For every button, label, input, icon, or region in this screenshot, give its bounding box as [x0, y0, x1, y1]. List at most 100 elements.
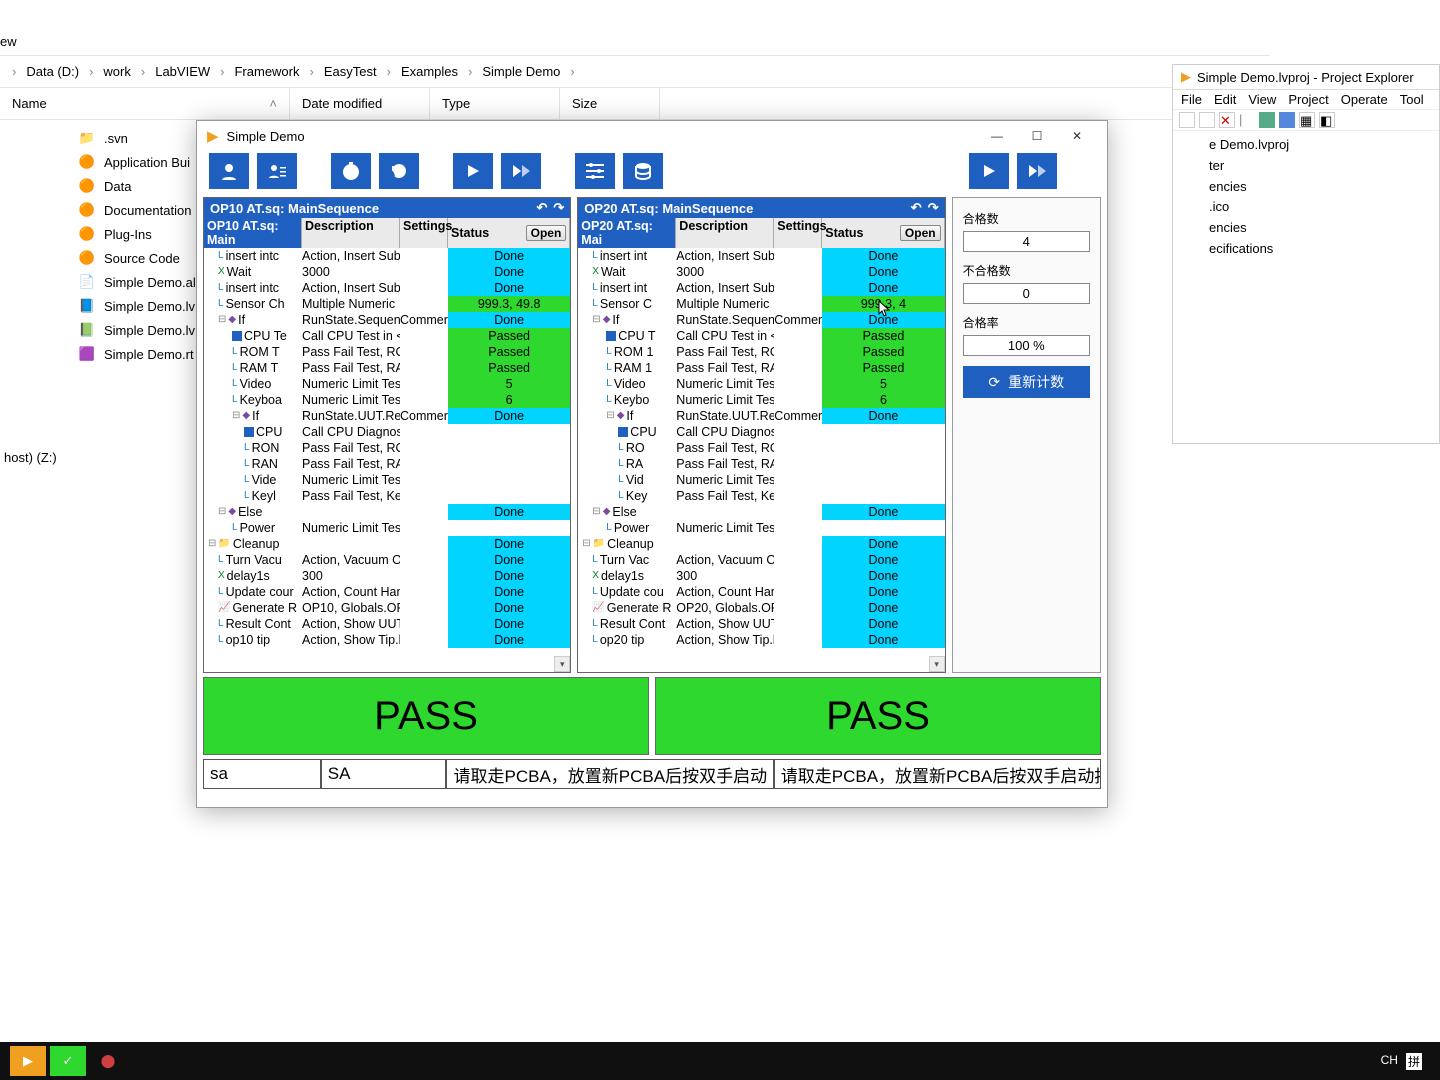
col-settings[interactable]: Settings [400, 218, 448, 248]
taskbar[interactable]: ▶ ✓ ⬤ CH 拼 [0, 1042, 1440, 1080]
redo-icon[interactable]: ↷ [553, 200, 564, 216]
step-row[interactable]: LResult Cont Action, Show UUT Done [204, 616, 570, 632]
step-row[interactable]: CPU T Call CPU Test in < Passed [578, 328, 944, 344]
step-row[interactable]: Linsert intc Action, Insert Subp Done [204, 248, 570, 264]
reset-count-button[interactable]: ⟳ 重新计数 [963, 366, 1090, 398]
database-button[interactable] [623, 153, 663, 189]
ime-mode[interactable]: 拼 [1406, 1053, 1422, 1070]
col-description[interactable]: Description [302, 218, 400, 248]
refresh-button[interactable] [379, 153, 419, 189]
step-row[interactable]: LSensor C Multiple Numeric 999.3, 4 [578, 296, 944, 312]
step-row[interactable]: Lop20 tip Action, Show Tip.l Done [578, 632, 944, 648]
minimize-button[interactable]: — [977, 124, 1017, 148]
step-row[interactable]: Linsert intc Action, Insert Subp Done [204, 280, 570, 296]
step-row[interactable]: Lop10 tip Action, Show Tip.l Done [204, 632, 570, 648]
breadcrumb-item[interactable]: EasyTest [322, 62, 379, 81]
col-sequence-name[interactable]: OP10 AT.sq: Main [204, 218, 302, 248]
project-toolbar[interactable]: ✕ | ▦◧ [1173, 109, 1439, 131]
ime-lang[interactable]: CH [1381, 1053, 1398, 1070]
taskbar-app-record[interactable]: ⬤ [90, 1046, 126, 1076]
tree-item[interactable]: ecifications [1209, 239, 1439, 260]
tree-item[interactable]: .ico [1209, 197, 1439, 218]
scroll-down-icon[interactable]: ▾ [554, 656, 570, 672]
step-row[interactable]: ⊟◆If RunState.Sequenc Commer Done [578, 312, 944, 328]
sequence-body[interactable]: Linsert intc Action, Insert Subp Done XW… [204, 248, 570, 672]
breadcrumb-item[interactable]: Simple Demo [480, 62, 562, 81]
col-size[interactable]: Size [560, 88, 660, 119]
col-date[interactable]: Date modified [290, 88, 430, 119]
tree-toggle-icon[interactable]: ⊟ [606, 408, 614, 424]
col-status[interactable]: StatusOpen [448, 218, 570, 248]
step-row[interactable]: ⊟◆If RunState.UUT.Res Commer Done [578, 408, 944, 424]
step-row[interactable]: LPower Numeric Limit Tes [578, 520, 944, 536]
tree-item[interactable]: e Demo.lvproj [1209, 135, 1439, 156]
redo-icon[interactable]: ↷ [928, 200, 939, 216]
taskbar-app-labview[interactable]: ▶ [10, 1046, 46, 1076]
breadcrumb-item[interactable]: LabVIEW [153, 62, 212, 81]
maximize-button[interactable]: ☐ [1017, 124, 1057, 148]
breadcrumb-item[interactable]: work [101, 62, 132, 81]
play-button-2[interactable] [969, 153, 1009, 189]
step-row[interactable]: LKeyboa Numeric Limit Tes 6 [204, 392, 570, 408]
open-button[interactable]: Open [900, 225, 941, 241]
step-row[interactable]: LVide Numeric Limit Tes [204, 472, 570, 488]
step-row[interactable]: LVideo Numeric Limit Tes 5 [204, 376, 570, 392]
user-list-button[interactable] [257, 153, 297, 189]
step-row[interactable]: ⊟📁Cleanup Done [578, 536, 944, 552]
breadcrumb[interactable]: ›Data (D:)›work›LabVIEW›Framework›EasyTe… [0, 55, 1270, 88]
step-row[interactable]: Linsert int Action, Insert Sub Done [578, 248, 944, 264]
step-row[interactable]: LRO Pass Fail Test, RO [578, 440, 944, 456]
step-row[interactable]: ⊟◆Else Done [578, 504, 944, 520]
step-row[interactable]: Xdelay1s 300 Done [578, 568, 944, 584]
tree-toggle-icon[interactable]: ⊟ [592, 312, 600, 328]
undo-icon[interactable]: ↶ [911, 200, 922, 216]
open-button[interactable]: Open [526, 225, 567, 241]
col-name[interactable]: Name [12, 96, 47, 111]
sequence-body[interactable]: Linsert int Action, Insert Sub Done XWai… [578, 248, 944, 672]
step-row[interactable]: LVid Numeric Limit Tes [578, 472, 944, 488]
step-row[interactable]: CPU Call CPU Diagnos [204, 424, 570, 440]
play-all-button-2[interactable] [1017, 153, 1057, 189]
explorer-tab[interactable]: ew [0, 30, 1270, 55]
step-row[interactable]: LResult Cont Action, Show UUT Done [578, 616, 944, 632]
step-row[interactable]: LUpdate cour Action, Count Han Done [204, 584, 570, 600]
step-row[interactable]: LPower Numeric Limit Tes [204, 520, 570, 536]
menu-edit[interactable]: Edit [1214, 92, 1236, 107]
step-row[interactable]: Linsert int Action, Insert Sub Done [578, 280, 944, 296]
step-row[interactable]: LRAM 1 Pass Fail Test, RA Passed [578, 360, 944, 376]
bottom-input-1[interactable]: sa [203, 759, 321, 789]
taskbar-app-check[interactable]: ✓ [50, 1046, 86, 1076]
tree-item[interactable]: encies [1209, 177, 1439, 198]
step-row[interactable]: LROM 1 Pass Fail Test, RO Passed [578, 344, 944, 360]
step-row[interactable]: 📈Generate R OP10, Globals.OP Done [204, 600, 570, 616]
tree-toggle-icon[interactable]: ⊟ [232, 408, 240, 424]
step-row[interactable]: CPU Te Call CPU Test in < Passed [204, 328, 570, 344]
host-drive[interactable]: host) (Z:) [0, 450, 57, 465]
step-row[interactable]: LKey Pass Fail Test, Key [578, 488, 944, 504]
step-row[interactable]: LSensor Ch Multiple Numeric 999.3, 49.8 [204, 296, 570, 312]
timer-button[interactable] [331, 153, 371, 189]
breadcrumb-item[interactable]: Data (D:) [24, 62, 81, 81]
col-settings[interactable]: Settings [774, 218, 822, 248]
step-row[interactable]: ⊟◆If RunState.UUT.Res Commer Done [204, 408, 570, 424]
menu-project[interactable]: Project [1288, 92, 1328, 107]
menu-view[interactable]: View [1248, 92, 1276, 107]
col-sequence-name[interactable]: OP20 AT.sq: Mai [578, 218, 676, 248]
play-all-button-1[interactable] [501, 153, 541, 189]
breadcrumb-item[interactable]: Framework [232, 62, 301, 81]
step-row[interactable]: LUpdate cou Action, Count Han Done [578, 584, 944, 600]
step-row[interactable]: ⊟◆If RunState.Sequenc Commer Done [204, 312, 570, 328]
tree-toggle-icon[interactable]: ⊟ [208, 536, 216, 552]
explorer-columns[interactable]: Name˄ Date modified Type Size [0, 88, 1270, 120]
step-row[interactable]: XWait 3000 Done [578, 264, 944, 280]
step-row[interactable]: LRON Pass Fail Test, RO [204, 440, 570, 456]
tree-item[interactable]: ter [1209, 156, 1439, 177]
close-button[interactable]: ✕ [1057, 124, 1097, 148]
scroll-down-icon[interactable]: ▾ [929, 656, 945, 672]
tree-item[interactable]: encies [1209, 218, 1439, 239]
step-row[interactable]: LTurn Vacu Action, Vacuum Of Done [204, 552, 570, 568]
menu-tool[interactable]: Tool [1400, 92, 1424, 107]
tree-toggle-icon[interactable]: ⊟ [218, 504, 226, 520]
col-type[interactable]: Type [430, 88, 560, 119]
settings-button[interactable] [575, 153, 615, 189]
